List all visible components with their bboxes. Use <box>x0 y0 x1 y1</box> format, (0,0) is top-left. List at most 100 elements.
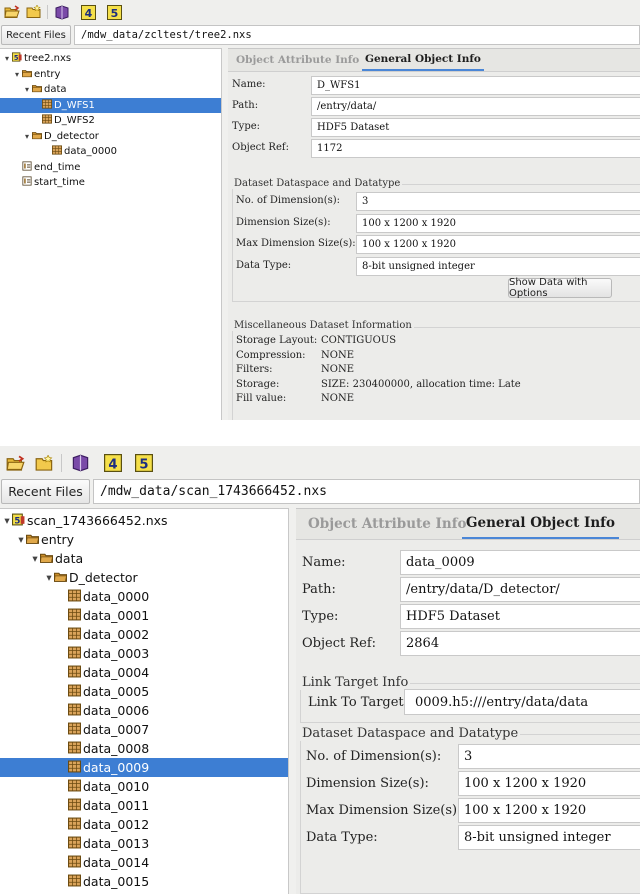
fields-value-type[interactable]: HDF5 Dataset <box>400 604 640 629</box>
group-folder-icon <box>26 532 39 548</box>
tree-node-d-wfs1[interactable]: D_WFS1 <box>0 97 221 113</box>
tree-node-label: end_time <box>34 161 81 173</box>
tree-node-data[interactable]: ▾ data <box>0 82 221 98</box>
tree-node-data-0013[interactable]: data_0013 <box>0 834 288 853</box>
tree-node-label: data_0012 <box>83 817 150 832</box>
recent-files-button[interactable]: Recent Files <box>1 479 90 504</box>
tree-node-start-time[interactable]: start_time <box>0 175 221 191</box>
tree-node-data-0000[interactable]: data_0000 <box>0 144 221 160</box>
expand-toggle-icon[interactable]: ▾ <box>16 534 26 546</box>
dataspace-value-data-type[interactable]: 8-bit unsigned integer <box>356 256 640 276</box>
fields-value-object-ref[interactable]: 1172 <box>311 139 640 158</box>
fields-value-name[interactable]: D_WFS1 <box>311 76 640 95</box>
new-folder-icon[interactable] <box>26 4 42 20</box>
tree-node-data-0008[interactable]: data_0008 <box>0 739 288 758</box>
tree-node-data[interactable]: ▾ data <box>0 549 288 568</box>
expand-toggle-icon[interactable]: ▾ <box>30 553 40 565</box>
group-folder-icon <box>32 83 42 96</box>
tree-node-entry[interactable]: ▾ entry <box>0 530 288 549</box>
tree-node-data-0000[interactable]: data_0000 <box>0 587 288 606</box>
new-folder-icon[interactable] <box>34 453 54 473</box>
fields-value-path[interactable]: /entry/data/ <box>311 97 640 116</box>
dataspace-value-data-type[interactable]: 8-bit unsigned integer <box>458 825 640 850</box>
tree-node-d-wfs2[interactable]: D_WFS2 <box>0 113 221 129</box>
link-group-title: Link Target Info <box>300 675 411 690</box>
tree-node-data-0001[interactable]: data_0001 <box>0 606 288 625</box>
tree-node-entry[interactable]: ▾ entry <box>0 67 221 83</box>
tab-object-attribute-info[interactable]: Object Attribute Info <box>236 49 359 71</box>
tab-object-attribute-info[interactable]: Object Attribute Info <box>308 509 467 539</box>
dataspace-value-dimension-size-s[interactable]: 100 x 1200 x 1920 <box>356 213 640 233</box>
open-folder-icon[interactable] <box>5 453 25 473</box>
misc-value-storage: SIZE: 230400000, allocation time: Late <box>321 378 521 390</box>
tree-node-data-0007[interactable]: data_0007 <box>0 720 288 739</box>
dataset-icon <box>68 836 81 852</box>
tree-node-label: data_0003 <box>83 646 150 661</box>
tab-general-object-info[interactable]: General Object Info <box>362 49 484 71</box>
tree-node-data-0006[interactable]: data_0006 <box>0 701 288 720</box>
file-path-field[interactable]: /mdw_data/zcltest/tree2.nxs <box>74 25 640 45</box>
dataspace-value-max-dimension-size-s[interactable]: 100 x 1200 x 1920 <box>356 235 640 254</box>
expand-toggle-icon[interactable]: ▾ <box>2 54 12 63</box>
expand-toggle-icon[interactable]: ▾ <box>22 85 32 94</box>
hdf4-icon[interactable]: 4 <box>80 4 96 20</box>
tree-node-data-0002[interactable]: data_0002 <box>0 625 288 644</box>
svg-text:5: 5 <box>14 54 19 62</box>
dataspace-value-max-dimension-size-s[interactable]: 100 x 1200 x 1920 <box>458 798 640 823</box>
tree-node-data-0011[interactable]: data_0011 <box>0 796 288 815</box>
dataspace-value-no-of-dimension-s[interactable]: 3 <box>458 744 640 769</box>
hdf4-icon[interactable]: 4 <box>103 453 123 473</box>
fields-value-type[interactable]: HDF5 Dataset <box>311 118 640 137</box>
misc-label-filters: Filters: <box>236 364 273 376</box>
hdfview-window-bottom: 4 5 Recent Files /mdw_data/scan_17436664… <box>0 446 640 894</box>
tree-node-scan-1743666452-nxs[interactable]: ▾ 5 scan_1743666452.nxs <box>0 511 288 530</box>
hdf5-icon[interactable]: 5 <box>134 453 154 473</box>
dataspace-label-no-of-dimension-s: No. of Dimension(s): <box>306 749 442 764</box>
tree-node-data-0015[interactable]: data_0015 <box>0 872 288 891</box>
misc-value-storage-layout: CONTIGUOUS <box>321 335 397 346</box>
fields-value-path[interactable]: /entry/data/D_detector/ <box>400 577 640 602</box>
book-icon[interactable] <box>70 453 90 473</box>
dataspace-group-title: Dataset Dataspace and Datatype <box>300 726 521 741</box>
open-folder-icon[interactable] <box>4 4 20 20</box>
recent-files-button[interactable]: Recent Files <box>1 25 71 45</box>
info-tabs: Object Attribute Info General Object Inf… <box>296 509 640 540</box>
tree-node-label: data <box>55 551 84 566</box>
tree-node-d-detector[interactable]: ▾ D_detector <box>0 568 288 587</box>
tree-node-label: data_0009 <box>83 760 150 775</box>
misc-label-storage-layout: Storage Layout: <box>236 335 318 346</box>
tab-general-object-info[interactable]: General Object Info <box>462 509 619 539</box>
hdf5-icon[interactable]: 5 <box>106 4 122 20</box>
link-target-label: Link To Target: <box>308 695 409 710</box>
expand-toggle-icon[interactable]: ▾ <box>44 572 54 584</box>
tree-node-d-detector[interactable]: ▾ D_detector <box>0 129 221 145</box>
expand-toggle-icon[interactable]: ▾ <box>2 515 12 527</box>
tree-node-label: data_0010 <box>83 779 150 794</box>
show-data-with-options-button[interactable]: Show Data with Options <box>508 277 612 299</box>
dataspace-value-no-of-dimension-s[interactable]: 3 <box>356 192 640 211</box>
dataset-icon <box>68 798 81 814</box>
tree-node-data-0003[interactable]: data_0003 <box>0 644 288 663</box>
tree-node-data-0009[interactable]: data_0009 <box>0 758 288 777</box>
dataset-icon <box>68 665 81 681</box>
tree-node-data-0010[interactable]: data_0010 <box>0 777 288 796</box>
toolbar: 4 5 <box>0 446 640 478</box>
expand-toggle-icon[interactable]: ▾ <box>12 70 22 79</box>
tree-node-label: data_0008 <box>83 741 150 756</box>
tree-node-data-0014[interactable]: data_0014 <box>0 853 288 872</box>
fields-label-object-ref: Object Ref: <box>302 636 377 651</box>
tree-node-end-time[interactable]: end_time <box>0 160 221 176</box>
tree-node-data-0004[interactable]: data_0004 <box>0 663 288 682</box>
link-target-value[interactable]: 0009.h5:///entry/data/data <box>404 689 640 715</box>
svg-text:5: 5 <box>139 457 148 472</box>
dataset-icon <box>68 779 81 795</box>
tree-node-tree2-nxs[interactable]: ▾ 5 tree2.nxs <box>0 51 221 67</box>
tree-node-data-0012[interactable]: data_0012 <box>0 815 288 834</box>
fields-value-object-ref[interactable]: 2864 <box>400 631 640 656</box>
file-path-field[interactable]: /mdw_data/scan_1743666452.nxs <box>93 479 640 504</box>
expand-toggle-icon[interactable]: ▾ <box>22 132 32 141</box>
tree-node-data-0005[interactable]: data_0005 <box>0 682 288 701</box>
book-icon[interactable] <box>54 4 70 20</box>
fields-value-name[interactable]: data_0009 <box>400 550 640 575</box>
dataspace-value-dimension-size-s[interactable]: 100 x 1200 x 1920 <box>458 771 640 796</box>
